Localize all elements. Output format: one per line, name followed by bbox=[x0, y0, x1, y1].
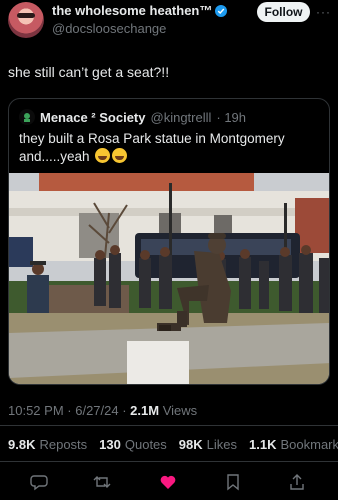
quotes-label[interactable]: Quotes bbox=[125, 437, 167, 452]
author-handle[interactable]: @docsloosechange bbox=[52, 21, 166, 36]
quoted-tweet-text: they built a Rosa Park statue in Montgom… bbox=[19, 130, 319, 166]
like-icon[interactable] bbox=[157, 471, 179, 493]
bookmarks-count[interactable]: 1.1K bbox=[249, 437, 276, 452]
views-count: 2.1M bbox=[130, 403, 160, 418]
quotes-count[interactable]: 130 bbox=[99, 437, 121, 452]
more-options-icon[interactable]: ··· bbox=[316, 5, 331, 19]
tweet-date[interactable]: · 6/27/24 · bbox=[67, 403, 126, 418]
views-label: Views bbox=[162, 403, 198, 418]
tweet-text: she still can’t get a seat?!! bbox=[8, 64, 170, 80]
author-name-row: the wholesome heathen™ bbox=[52, 3, 228, 18]
bookmarks-label[interactable]: Bookmarks bbox=[280, 437, 338, 452]
divider bbox=[0, 425, 338, 426]
tweet-action-bar bbox=[0, 466, 338, 496]
reposts-label[interactable]: Reposts bbox=[39, 437, 87, 452]
grin-sweat-emoji-icon bbox=[112, 148, 128, 163]
repost-icon[interactable] bbox=[91, 471, 113, 493]
avatar-glasses bbox=[17, 13, 35, 18]
author-display-name[interactable]: the wholesome heathen™ bbox=[52, 3, 212, 18]
quoted-tweet-card[interactable]: Menace ² Society @kingtrelll · 19h they … bbox=[8, 98, 330, 385]
tweet-meta: 10:52 PM · 6/27/24 · 2.1M Views bbox=[8, 403, 197, 418]
likes-label[interactable]: Likes bbox=[207, 437, 237, 452]
verified-badge-icon bbox=[215, 4, 228, 17]
quoted-tweet-photo[interactable] bbox=[9, 173, 329, 384]
tweet-header: the wholesome heathen™ @docsloosechange … bbox=[0, 0, 338, 52]
tweet-stats: 9.8K Reposts 130 Quotes 98K Likes 1.1K B… bbox=[8, 437, 338, 452]
likes-count[interactable]: 98K bbox=[179, 437, 203, 452]
author-avatar[interactable] bbox=[8, 2, 44, 38]
reposts-count[interactable]: 9.8K bbox=[8, 437, 35, 452]
tweet-time[interactable]: 10:52 PM bbox=[8, 403, 64, 418]
follow-button[interactable]: Follow bbox=[257, 2, 310, 22]
quoted-tweet-text-body: they built a Rosa Park statue in Montgom… bbox=[19, 131, 285, 164]
bookmark-icon[interactable] bbox=[222, 471, 244, 493]
divider bbox=[0, 461, 338, 462]
quoted-author-avatar[interactable] bbox=[19, 109, 35, 125]
quoted-tweet-header: Menace ² Society @kingtrelll · 19h bbox=[19, 109, 246, 125]
quoted-author-name: Menace ² Society bbox=[40, 109, 146, 125]
quoted-tweet-age: · 19h bbox=[216, 109, 247, 125]
reply-icon[interactable] bbox=[28, 471, 50, 493]
grin-sweat-emoji-icon bbox=[95, 148, 111, 163]
share-icon[interactable] bbox=[286, 471, 308, 493]
quoted-author-handle: @kingtrelll bbox=[150, 109, 212, 125]
